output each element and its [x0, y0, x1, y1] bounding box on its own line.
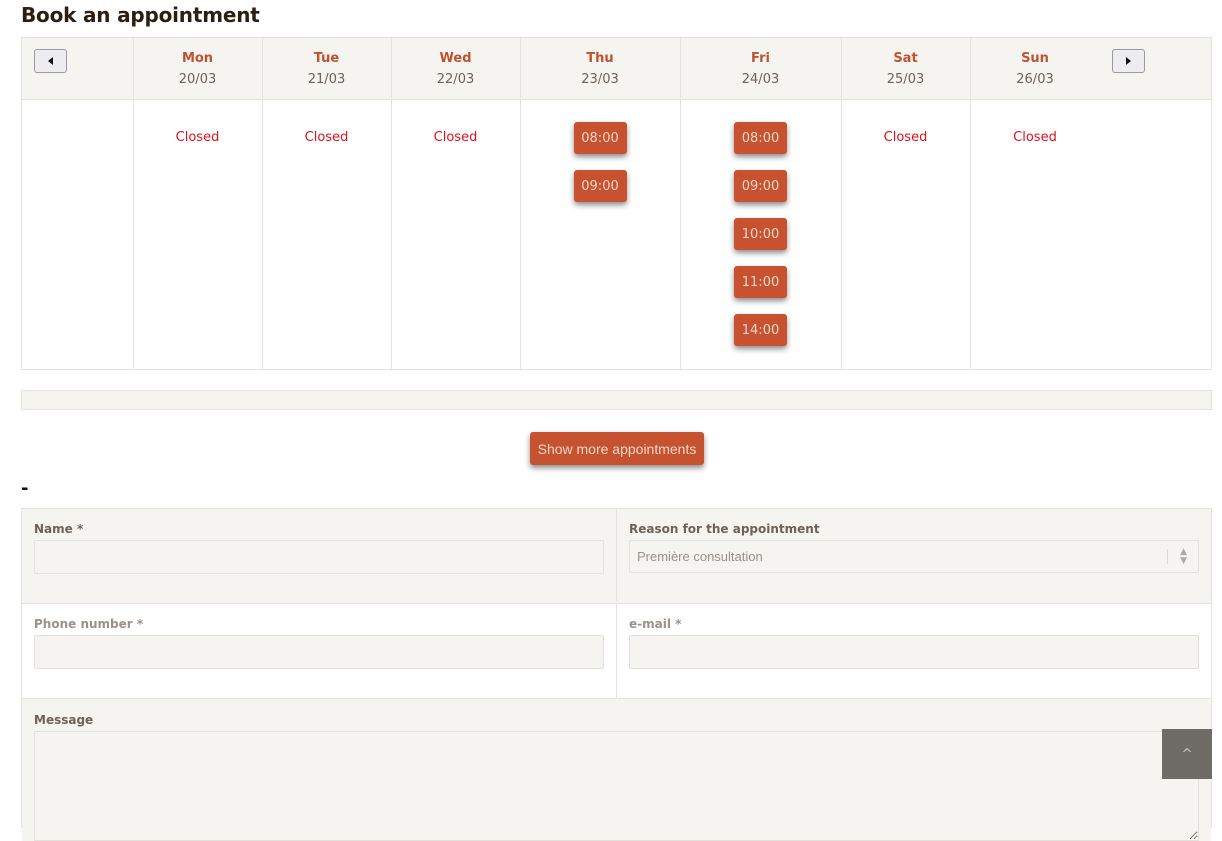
message-field-group: Message [22, 699, 1211, 841]
form-row-3: Message [22, 699, 1211, 841]
next-column [1099, 38, 1212, 369]
email-input[interactable] [629, 635, 1199, 669]
closed-label: Closed [304, 130, 349, 145]
chevron-up-icon: ^ [1181, 746, 1193, 762]
caret-right-icon [1125, 57, 1131, 65]
time-slot-button[interactable]: 08:00 [734, 122, 787, 154]
prev-column-header [22, 38, 133, 100]
day-column: Thu 23/03 08:00 09:00 [520, 38, 681, 369]
day-slots: Closed [263, 100, 391, 369]
form-row-2: Phone number * e-mail * [22, 604, 1211, 699]
scroll-to-top-button[interactable]: ^ [1162, 729, 1212, 779]
day-header: Wed 22/03 [391, 38, 520, 100]
sort-arrows-icon: ▲ ▼ [1180, 547, 1187, 566]
day-name: Fri [751, 51, 770, 66]
day-slots: 08:00 09:00 [521, 100, 680, 369]
form-row-1: Name * Reason for the appointment Premiè… [22, 509, 1211, 604]
day-column: Tue 21/03 Closed [262, 38, 392, 369]
day-name: Tue [313, 51, 340, 66]
next-column-header [1099, 38, 1211, 100]
day-name: Thu [586, 51, 614, 66]
reason-field-group: Reason for the appointment Première cons… [617, 509, 1211, 603]
day-header: Mon 20/03 [133, 38, 262, 100]
day-name: Sun [1021, 51, 1049, 66]
closed-label: Closed [433, 130, 478, 145]
day-column: Sun 26/03 Closed [970, 38, 1100, 369]
day-header: Tue 21/03 [262, 38, 391, 100]
day-date: 22/03 [436, 72, 475, 87]
calendar-footer-strip [21, 390, 1212, 410]
day-column: Sat 25/03 Closed [841, 38, 971, 369]
day-columns: Mon 20/03 Closed Tue 21/03 Closed Wed 22/03 Clos… [133, 38, 1100, 369]
phone-field-group: Phone number * [22, 604, 617, 698]
name-input[interactable] [34, 540, 604, 574]
day-date: 21/03 [307, 72, 346, 87]
section-separator: - [21, 478, 29, 499]
day-slots: Closed [392, 100, 520, 369]
next-week-button[interactable] [1111, 49, 1145, 73]
time-slot-button[interactable]: 14:00 [734, 314, 787, 346]
day-column: Wed 22/03 Closed [391, 38, 521, 369]
day-date: 24/03 [741, 72, 780, 87]
day-date: 25/03 [886, 72, 925, 87]
day-slots: 08:00 09:00 10:00 11:00 14:00 [681, 100, 841, 369]
phone-input[interactable] [34, 635, 604, 669]
select-divider [1167, 549, 1168, 564]
day-slots: Closed [971, 100, 1100, 369]
name-field-group: Name * [22, 509, 617, 603]
time-slot-button[interactable]: 09:00 [573, 170, 627, 202]
message-label: Message [34, 713, 94, 727]
phone-label: Phone number * [34, 617, 144, 631]
prev-column-body [22, 100, 133, 369]
day-name: Mon [181, 51, 214, 66]
reason-label: Reason for the appointment [629, 522, 820, 536]
message-textarea[interactable] [34, 731, 1199, 841]
show-more-appointments-button[interactable]: Show more appointments [530, 432, 704, 465]
next-column-body [1100, 100, 1212, 369]
page-title: Book an appointment [21, 3, 260, 27]
closed-label: Closed [883, 130, 928, 145]
caret-left-icon [48, 57, 53, 65]
day-column: Fri 24/03 08:00 09:00 10:00 11:00 14:00 [680, 38, 842, 369]
closed-label: Closed [175, 130, 220, 145]
day-column: Mon 20/03 Closed [133, 38, 263, 369]
day-header: Fri 24/03 [680, 38, 841, 100]
time-slot-button[interactable]: 08:00 [573, 122, 627, 154]
time-slot-button[interactable]: 10:00 [734, 218, 787, 250]
day-name: Wed [439, 51, 472, 66]
day-date: 26/03 [1016, 72, 1054, 87]
day-slots: Closed [842, 100, 970, 369]
day-slots: Closed [134, 100, 262, 369]
reason-selected-value: Première consultation [637, 549, 763, 564]
email-field-group: e-mail * [617, 604, 1211, 698]
reason-select[interactable]: Première consultation ▲ ▼ [629, 540, 1199, 573]
day-header: Sat 25/03 [841, 38, 970, 100]
booking-form: Name * Reason for the appointment Premiè… [21, 508, 1212, 841]
prev-week-button[interactable] [34, 49, 67, 73]
closed-label: Closed [1013, 130, 1057, 145]
day-name: Sat [893, 51, 918, 66]
time-slot-button[interactable]: 11:00 [734, 266, 787, 298]
day-date: 20/03 [178, 72, 217, 87]
time-slot-button[interactable]: 09:00 [734, 170, 787, 202]
day-header: Thu 23/03 [520, 38, 680, 100]
appointment-calendar: Mon 20/03 Closed Tue 21/03 Closed Wed 22/03 Clos… [21, 37, 1212, 370]
day-header: Sun 26/03 [970, 38, 1100, 100]
email-label: e-mail * [629, 617, 682, 631]
day-date: 23/03 [581, 72, 619, 87]
name-label: Name * [34, 522, 84, 536]
prev-column [22, 38, 134, 369]
